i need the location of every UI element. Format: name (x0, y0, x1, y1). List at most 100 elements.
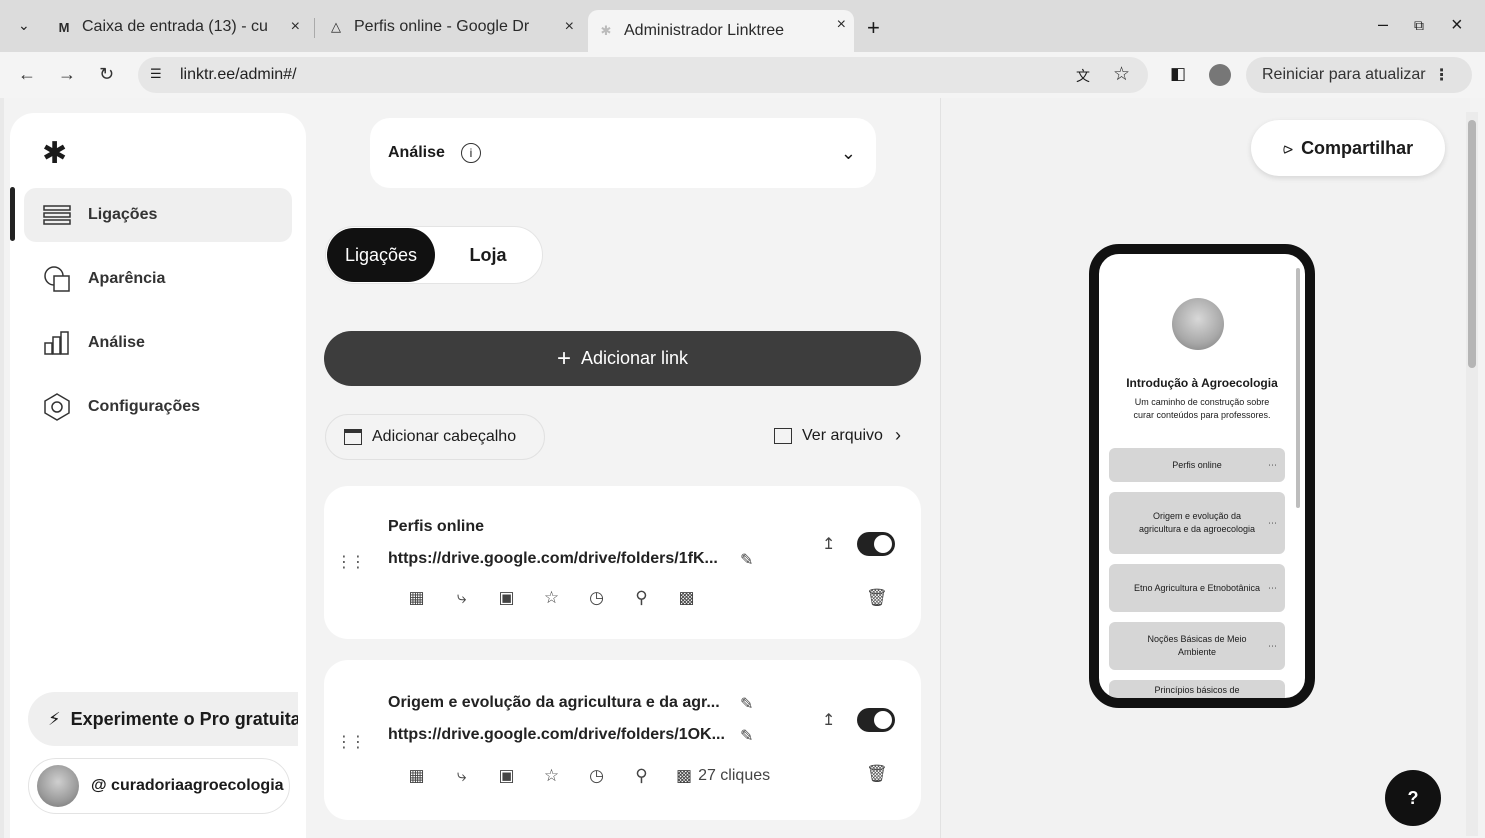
links-icon (42, 200, 72, 230)
more-icon: ⋯ (1268, 459, 1277, 470)
sidebar-item-links[interactable]: Ligações (24, 188, 292, 242)
close-tab-icon[interactable]: × (565, 18, 574, 36)
view-archive-link[interactable]: Ver arquivo › (774, 425, 901, 446)
analytics-icon (42, 328, 72, 358)
preview-link[interactable]: Origem e evolução da agricultura e da ag… (1109, 492, 1285, 554)
analytics-dropdown[interactable]: Análise i ⌄ (370, 118, 876, 188)
star-icon[interactable]: ☆ (529, 588, 574, 608)
close-tab-icon[interactable]: × (291, 18, 300, 36)
tab-search-chevron-icon[interactable]: ⌄ (18, 17, 30, 34)
delete-icon[interactable]: 🗑 (866, 588, 888, 608)
clicks-count[interactable]: 27 cliques (698, 767, 770, 785)
close-window-icon[interactable]: × (1451, 14, 1463, 37)
share-nodes-icon: ⪧ (1282, 137, 1294, 158)
preview-link[interactable]: Noções Básicas de Meio Ambiente ⋯ (1109, 622, 1285, 670)
phone-preview[interactable]: Introdução à Agroecologia Um caminho de … (1089, 244, 1315, 708)
link-tools: ▦ ⤷ ▣ ☆ ◷ ⚲ ▩ 27 cliques (394, 766, 770, 786)
share-icon[interactable]: ↥ (822, 710, 835, 730)
restart-label: Reiniciar para atualizar (1262, 66, 1426, 83)
tab-shop[interactable]: Loja (448, 228, 528, 282)
close-tab-icon[interactable]: × (837, 16, 846, 34)
preview-scrollbar[interactable] (1296, 268, 1300, 508)
link-title[interactable]: Origem e evolução da agricultura e da ag… (388, 694, 720, 712)
kebab-menu-icon[interactable]: ⋮ (1434, 65, 1450, 85)
redirect-icon[interactable]: ⤷ (439, 588, 484, 608)
tab-links[interactable]: Ligações (327, 228, 435, 282)
schedule-icon[interactable]: ◷ (574, 766, 619, 786)
layout-icon[interactable]: ▦ (394, 588, 439, 608)
preview-link[interactable]: Perfis online ⋯ (1109, 448, 1285, 482)
add-link-label: Adicionar link (580, 348, 689, 368)
add-link-button[interactable]: + Adicionar link (324, 331, 921, 386)
try-pro-button[interactable]: ⚡ Experimente o Pro gratuita (28, 692, 298, 746)
preview-link-label: Etno Agricultura e Etnobotânica (1133, 582, 1261, 593)
tab-title: Perfis online - Google Dr (354, 18, 530, 35)
back-arrow-icon[interactable]: ← (18, 64, 36, 85)
selected-indicator (10, 187, 15, 241)
linktree-logo-icon[interactable]: ✱ (42, 136, 67, 171)
add-header-button[interactable]: Adicionar cabeçalho (325, 414, 545, 460)
restore-icon[interactable]: ⧉ (1414, 17, 1424, 34)
restart-to-update-button[interactable]: Reiniciar para atualizar ⋮ (1246, 57, 1472, 93)
new-tab-button[interactable]: + (867, 15, 880, 41)
edit-title-pencil-icon[interactable]: ✎ (740, 694, 753, 714)
lock-icon[interactable]: ⚲ (619, 766, 664, 786)
side-panel-icon[interactable]: ◧ (1170, 64, 1186, 84)
tab-linktree[interactable]: ✱ Administrador Linktree × (588, 10, 854, 52)
link-url[interactable]: https://drive.google.com/drive/folders/1… (388, 726, 725, 744)
share-button[interactable]: ⪧ Compartilhar (1251, 120, 1445, 176)
tab-gmail[interactable]: M Caixa de entrada (13) - cu × (46, 10, 308, 44)
settings-icon (42, 392, 72, 422)
layout-icon[interactable]: ▦ (394, 766, 439, 786)
tab-divider (314, 18, 315, 38)
url-text[interactable]: linktr.ee/admin#/ (180, 66, 297, 84)
site-info-icon[interactable]: ☰ (150, 66, 162, 82)
bookmark-star-icon[interactable]: ☆ (1113, 63, 1130, 86)
preview-title: Introdução à Agroecologia (1126, 376, 1278, 390)
pro-label: Experimente o Pro gratuita (70, 708, 298, 729)
preview-link-label: Princípios básicos de (1154, 685, 1240, 695)
tab-drive[interactable]: △ Perfis online - Google Dr × (318, 10, 582, 44)
edit-url-pencil-icon[interactable]: ✎ (740, 550, 753, 570)
visibility-toggle[interactable] (857, 708, 895, 732)
sidebar-item-settings[interactable]: Configurações (24, 380, 292, 434)
analytics-icon[interactable]: ▩ (676, 766, 692, 786)
link-title[interactable]: Perfis online (388, 518, 484, 536)
delete-icon[interactable]: 🗑 (866, 764, 888, 784)
translate-icon[interactable]: 文 (1076, 66, 1090, 86)
profile-avatar (1172, 298, 1224, 350)
link-url[interactable]: https://drive.google.com/drive/folders/1… (388, 550, 718, 568)
thumbnail-icon[interactable]: ▣ (484, 766, 529, 786)
lock-icon[interactable]: ⚲ (619, 588, 664, 608)
more-icon: ⋯ (1268, 517, 1277, 528)
sidebar-item-label: Configurações (88, 398, 201, 415)
sidebar-item-appearance[interactable]: Aparência (24, 252, 292, 306)
forward-arrow-icon[interactable]: → (58, 64, 76, 85)
drag-handle-icon[interactable]: ⋮⋮ (336, 552, 366, 572)
schedule-icon[interactable]: ◷ (574, 588, 619, 608)
profile-avatar-icon[interactable] (1209, 64, 1231, 86)
reload-icon[interactable]: ↻ (99, 64, 114, 85)
redirect-icon[interactable]: ⤷ (439, 766, 484, 786)
preview-link-label: Noções Básicas de Meio Ambiente (1147, 634, 1247, 657)
share-icon[interactable]: ↥ (822, 534, 835, 554)
info-icon[interactable]: i (460, 143, 481, 163)
lightning-icon: ⚡ (48, 708, 61, 729)
preview-link[interactable]: Princípios básicos de (1109, 680, 1285, 698)
account-handle: @ curadoriaagroecologia (91, 777, 284, 794)
edit-url-pencil-icon[interactable]: ✎ (740, 726, 753, 746)
minimize-icon[interactable]: – (1378, 14, 1388, 35)
more-icon: ⋯ (1268, 640, 1277, 651)
gmail-icon: M (58, 19, 70, 35)
page-scroll-thumb[interactable] (1468, 120, 1476, 368)
account-button[interactable]: @ curadoriaagroecologia (28, 758, 290, 814)
analytics-icon[interactable]: ▩ (664, 588, 709, 608)
drag-handle-icon[interactable]: ⋮⋮ (336, 732, 366, 752)
preview-link[interactable]: Etno Agricultura e Etnobotânica ⋯ (1109, 564, 1285, 612)
star-icon[interactable]: ☆ (529, 766, 574, 786)
thumbnail-icon[interactable]: ▣ (484, 588, 529, 608)
help-button[interactable]: ? (1385, 770, 1441, 826)
sidebar-item-analytics[interactable]: Análise (24, 316, 292, 370)
visibility-toggle[interactable] (857, 532, 895, 556)
archive-label: Ver arquivo (802, 426, 883, 444)
